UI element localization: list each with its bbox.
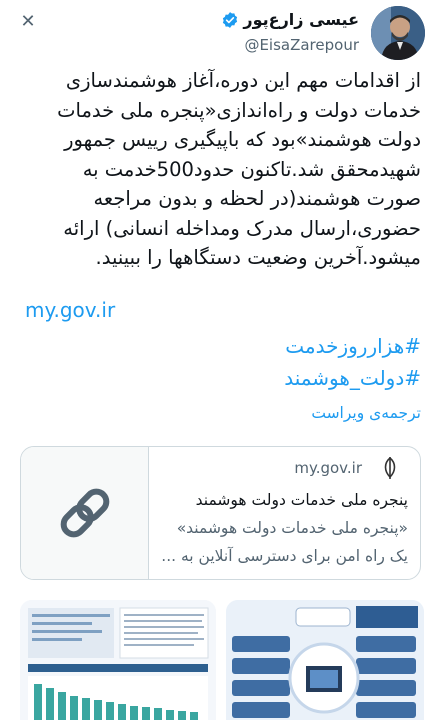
- tweet-body: از اقدامات مهم این دوره،آغاز هوشمندسازی …: [17, 66, 421, 273]
- card-title: پنجره ملی خدمات دولت هوشمند: [195, 491, 408, 509]
- tweet-line: خدمات دولت و راه‌اندازی«پنجره ملی خدمات: [57, 98, 421, 122]
- translate-link[interactable]: ترجمه‌ی ویراست: [311, 404, 421, 422]
- tweet-line: دولت هوشمند»بود که باپیگیری رییس جمهور: [64, 128, 421, 151]
- link-preview-card[interactable]: my.gov.ir پنجره ملی خدمات دولت هوشمند «پ…: [20, 446, 421, 580]
- tweet-line: صورت هوشمند(در لحظه و بدون مراجعه: [93, 187, 421, 210]
- card-description: «پنجره ملی خدمات دولت هوشمند»: [176, 519, 408, 537]
- link-thumbnail: [21, 447, 149, 579]
- attached-image-infographic[interactable]: [20, 600, 216, 720]
- link-chain-icon: [60, 488, 110, 538]
- infographic-thumbnail: [20, 600, 216, 720]
- verified-badge-icon: [223, 11, 238, 28]
- attached-image-poster[interactable]: [226, 600, 424, 720]
- hashtag-link[interactable]: #دولت_هوشمند: [284, 366, 421, 390]
- author-display-name[interactable]: عیسی زارع‌پور: [243, 10, 359, 29]
- tweet-line: شهیدمحقق شد.تاکنون حدود500خدمت به: [82, 157, 421, 181]
- tweet-url-link[interactable]: my.gov.ir: [25, 298, 115, 322]
- avatar-image: [371, 6, 425, 60]
- author-handle[interactable]: @EisaZarepour: [244, 36, 359, 54]
- tweet-line: حضوری،ارسال مدرک ومداخله انسانی) ارائه: [63, 216, 421, 240]
- government-emblem-icon: [384, 456, 396, 479]
- close-icon[interactable]: ✕: [16, 10, 40, 34]
- tweet-line: میشود.آخرین وضعیت دستگاهها را ببینید.: [95, 246, 421, 269]
- card-domain: my.gov.ir: [294, 459, 362, 477]
- card-description: یک راه امن برای دسترسی آنلاین به ...: [161, 547, 408, 565]
- tweet-header: ✕ عیسی زارع‌پور @EisaZarepour: [0, 0, 443, 66]
- tweet-line: از اقدامات مهم این دوره،آغاز هوشمندسازی: [65, 69, 421, 92]
- avatar[interactable]: [371, 6, 425, 60]
- poster-thumbnail: [226, 600, 424, 720]
- author-name-row[interactable]: عیسی زارع‌پور: [221, 10, 359, 29]
- hashtag-link[interactable]: #هزارروزخدمت: [285, 334, 421, 358]
